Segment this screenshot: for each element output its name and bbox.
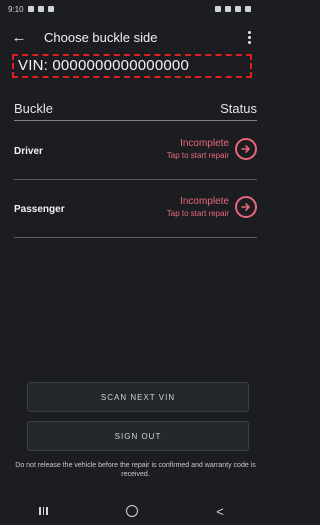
buckle-name: Driver	[14, 146, 43, 157]
battery-icon	[245, 6, 251, 12]
home-icon[interactable]	[125, 505, 138, 517]
signal-icon	[235, 6, 241, 12]
system-nav-bar: <	[0, 497, 263, 525]
arrow-right-circle-icon[interactable]	[235, 138, 257, 160]
back-arrow-icon[interactable]: ←	[8, 26, 30, 48]
repair-warning-text: Do not release the vehicle before the re…	[15, 462, 256, 478]
status-action-text: Tap to start repair	[166, 209, 229, 218]
notification-icon	[27, 6, 34, 12]
column-header-status: Status	[220, 101, 257, 116]
notification-icon	[47, 6, 54, 12]
app-bar: ← Choose buckle side	[0, 24, 263, 50]
status-text: Incomplete	[180, 138, 229, 149]
status-block: Incomplete Tap to start repair	[167, 196, 229, 218]
column-header-buckle: Buckle	[14, 101, 54, 116]
wifi-icon	[225, 6, 231, 12]
status-text: Incomplete	[180, 196, 229, 207]
mute-icon	[215, 6, 221, 12]
more-vert-icon[interactable]	[243, 26, 255, 48]
status-block: Incomplete Tap to start repair	[167, 138, 229, 160]
buckle-row-passenger[interactable]: Passenger Incomplete Tap to start repair	[14, 180, 257, 238]
scan-next-vin-button[interactable]: SCAN NEXT VIN	[27, 382, 249, 412]
recent-apps-icon[interactable]	[39, 507, 48, 515]
header-divider	[14, 120, 257, 121]
page-title: Choose buckle side	[44, 29, 158, 45]
arrow-right-circle-icon[interactable]	[235, 196, 257, 218]
sign-out-button[interactable]: SIGN OUT	[27, 421, 249, 451]
row-divider	[14, 237, 257, 238]
back-nav-icon[interactable]: <	[216, 504, 224, 519]
status-action-text: Tap to start repair	[166, 151, 229, 160]
status-bar: 9:10	[0, 0, 263, 18]
buckle-row-driver[interactable]: Driver Incomplete Tap to start repair	[14, 122, 257, 180]
vin-label: VIN: 0000000000000000	[18, 57, 190, 74]
status-time: 9:10	[8, 4, 24, 14]
notification-icon	[37, 6, 44, 12]
table-header: Buckle Status	[14, 101, 257, 116]
buckle-name: Passenger	[14, 204, 65, 215]
